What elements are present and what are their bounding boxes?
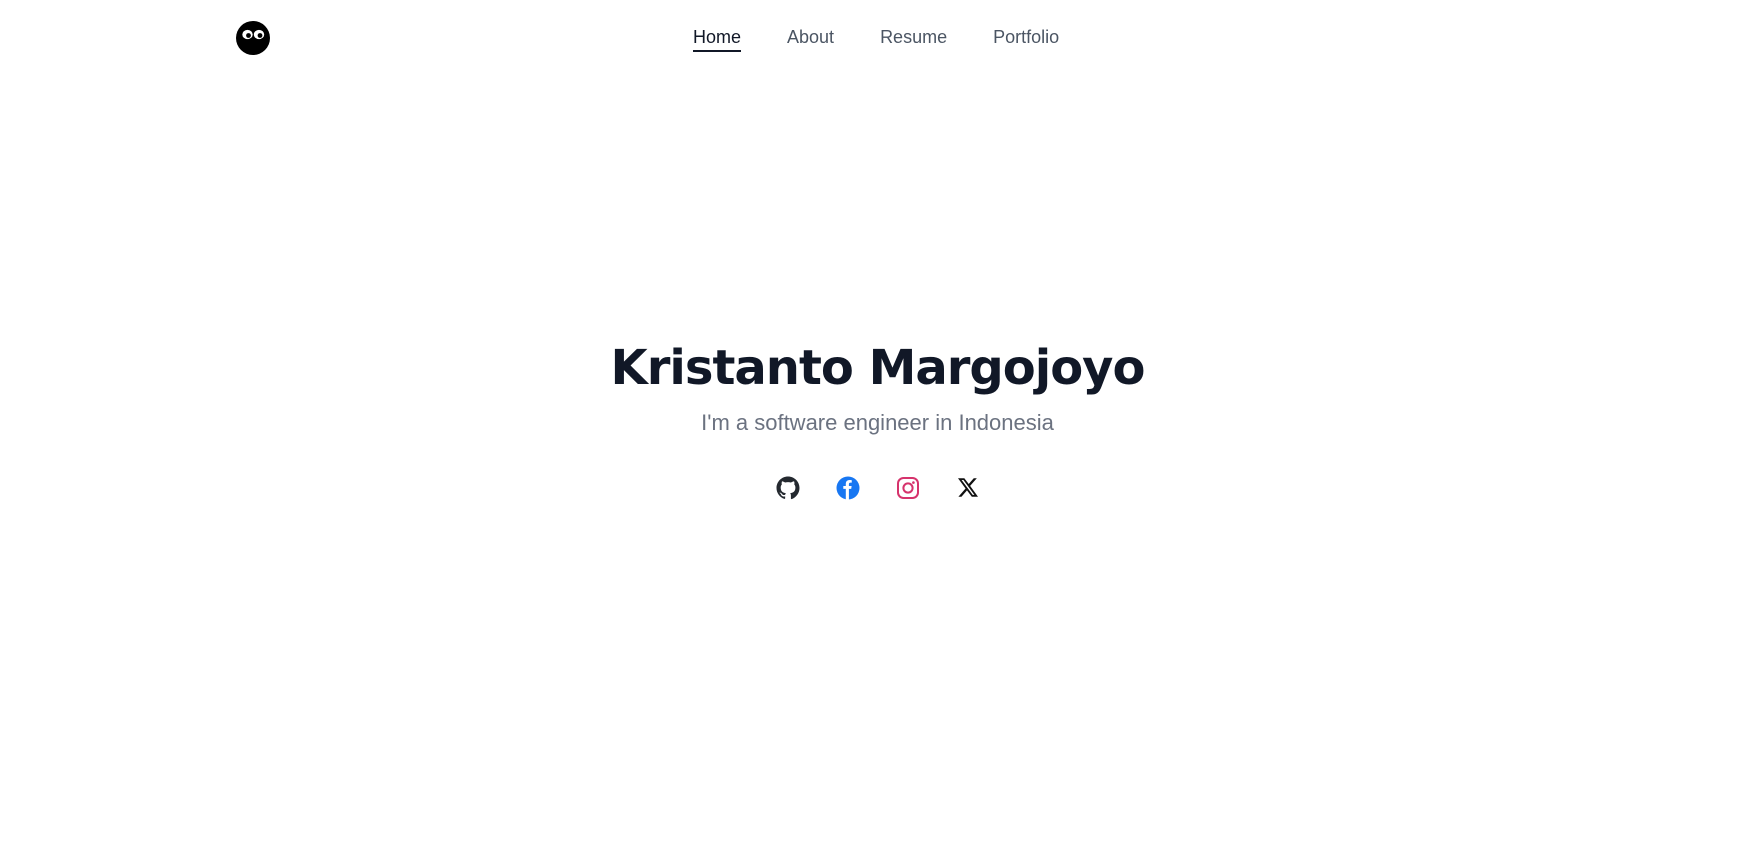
header: Home About Resume Portfolio xyxy=(0,0,1755,74)
instagram-link[interactable] xyxy=(896,476,920,500)
main-nav: Home About Resume Portfolio xyxy=(693,24,1059,52)
avatar-logo[interactable] xyxy=(235,20,271,56)
nav-resume[interactable]: Resume xyxy=(880,24,947,52)
instagram-icon xyxy=(896,477,919,499)
nav-home[interactable]: Home xyxy=(693,24,742,52)
facebook-link[interactable] xyxy=(836,476,860,500)
nav-about[interactable]: About xyxy=(787,24,834,52)
hero: Kristanto Margojoyo I'm a software engin… xyxy=(0,334,1755,438)
github-icon xyxy=(776,476,799,500)
avatar-icon xyxy=(236,21,270,55)
x-icon xyxy=(957,478,978,497)
social-links xyxy=(0,476,1755,500)
page: Home About Resume Portfolio Kristanto Ma… xyxy=(0,0,1755,852)
nav-portfolio[interactable]: Portfolio xyxy=(993,24,1059,52)
x-link[interactable] xyxy=(956,476,980,500)
hero-name: Kristanto Margojoyo xyxy=(610,340,1146,396)
github-link[interactable] xyxy=(776,476,800,500)
hero-tagline: I'm a software engineer in Indonesia xyxy=(701,410,1054,435)
facebook-icon xyxy=(836,476,859,500)
